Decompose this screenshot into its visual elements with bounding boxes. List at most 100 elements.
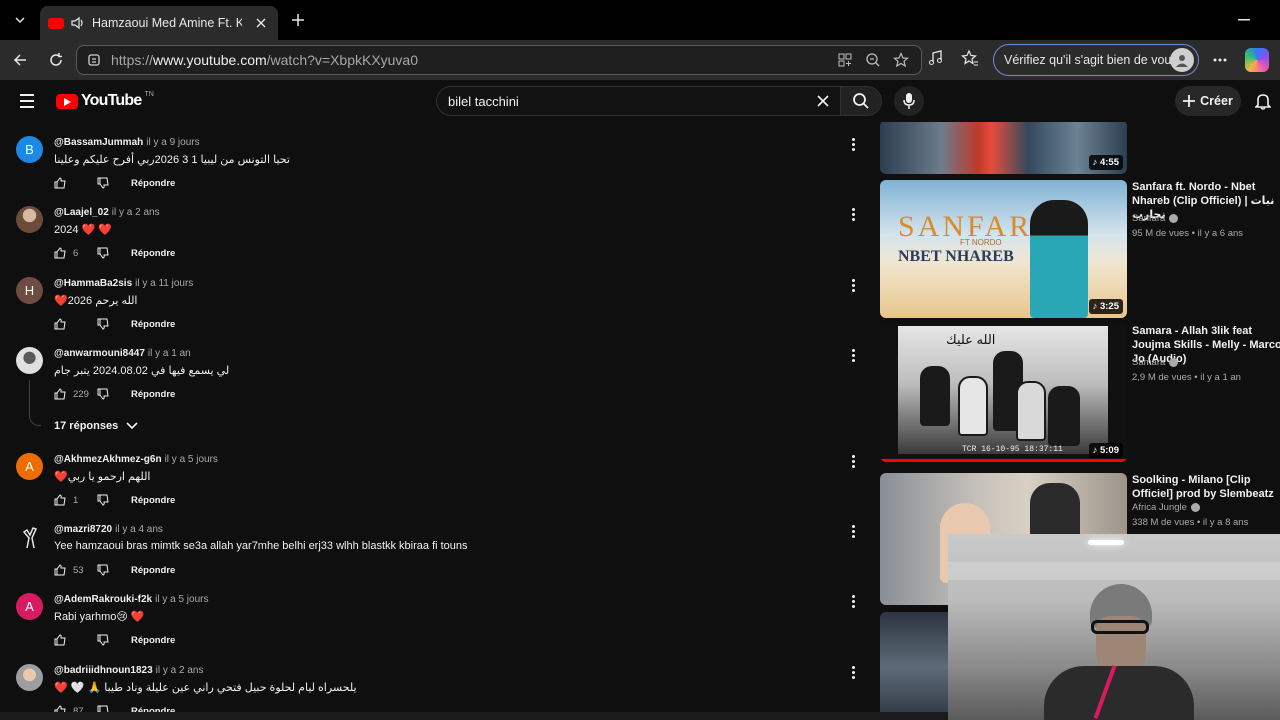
dislike-icon[interactable] — [97, 317, 111, 331]
media-control-icon[interactable] — [926, 48, 946, 68]
like-icon[interactable] — [54, 493, 68, 507]
comment-more-icon[interactable] — [846, 206, 860, 222]
like-icon[interactable] — [54, 176, 68, 190]
avatar[interactable]: H — [16, 277, 43, 304]
window-minimize-button[interactable] — [1234, 10, 1254, 30]
youtube-logo[interactable]: YouTube TN — [56, 91, 154, 110]
thumbnail-timestamp: TCR 16-10-95 18:37:11 — [962, 445, 1063, 454]
new-tab-button[interactable] — [286, 8, 310, 32]
search-clear-icon[interactable] — [814, 92, 832, 110]
comment-date[interactable]: il y a 11 jours — [135, 278, 193, 289]
reply-button[interactable]: Répondre — [131, 178, 175, 189]
comment-more-icon[interactable] — [846, 277, 860, 293]
video-thumbnail[interactable]: SANFARA FT NORDO NBET NHAREB ♪ 3:25 — [880, 180, 1127, 318]
channel-name[interactable]: Samara — [1132, 357, 1179, 368]
comment-author[interactable]: @AkhmezAkhmez-g6n — [54, 454, 162, 465]
comment-more-icon[interactable] — [846, 136, 860, 152]
menu-hamburger-icon[interactable] — [20, 90, 42, 112]
comment-date[interactable]: il y a 2 ans — [156, 665, 204, 676]
notifications-bell-icon[interactable] — [1252, 90, 1274, 112]
comment-more-icon[interactable] — [846, 453, 860, 469]
comment-date[interactable]: il y a 9 jours — [146, 137, 199, 148]
reply-button[interactable]: Répondre — [131, 565, 175, 576]
comment-author[interactable]: @anwarmouni8447 — [54, 348, 145, 359]
comment-author[interactable]: @Laajel_02 — [54, 207, 109, 218]
plus-icon — [1183, 95, 1196, 107]
comment-date[interactable]: il y a 4 ans — [115, 524, 163, 535]
comment-author[interactable]: @mazri8720 — [54, 524, 112, 535]
like-icon[interactable] — [54, 633, 68, 647]
like-icon[interactable] — [54, 246, 68, 260]
video-duration: ♪ 3:25 — [1088, 299, 1123, 314]
avatar[interactable] — [16, 523, 43, 550]
person-jacket — [1044, 666, 1194, 720]
like-icon[interactable] — [54, 563, 68, 577]
video-title[interactable]: Soolking - Milano [Clip Officiel] prod b… — [1132, 473, 1280, 501]
reply-button[interactable]: Répondre — [131, 389, 175, 400]
bottom-scroll-edge — [0, 712, 948, 720]
tab-close-icon[interactable] — [252, 14, 270, 32]
like-icon[interactable] — [54, 317, 68, 331]
comment-date[interactable]: il y a 1 an — [148, 348, 191, 359]
reply-button[interactable]: Répondre — [131, 495, 175, 506]
favorites-icon[interactable] — [960, 48, 980, 68]
favorite-star-icon[interactable] — [891, 50, 911, 70]
copilot-icon[interactable] — [1245, 48, 1269, 72]
show-replies-button[interactable]: 17 réponses — [54, 420, 138, 432]
comment-more-icon[interactable] — [846, 664, 860, 680]
search-box[interactable] — [436, 86, 840, 116]
back-button[interactable] — [8, 48, 32, 72]
dislike-icon[interactable] — [97, 493, 111, 507]
comment-author[interactable]: @badriiidhnoun1823 — [54, 665, 153, 676]
speaker-icon[interactable] — [70, 16, 86, 30]
avatar[interactable] — [16, 664, 43, 691]
ceiling-light — [1088, 540, 1124, 545]
avatar[interactable]: B — [16, 136, 43, 163]
dislike-icon[interactable] — [97, 246, 111, 260]
comment-date[interactable]: il y a 5 jours — [155, 594, 208, 605]
browser-tab-active[interactable]: Hamzaoui Med Amine Ft. KAF — [40, 6, 278, 40]
channel-name[interactable]: Africa Jungle — [1132, 502, 1200, 513]
comment-text: 2024 ❤️ ❤️ — [54, 224, 112, 236]
site-info-icon[interactable] — [87, 53, 101, 67]
reply-button[interactable]: Répondre — [131, 248, 175, 259]
comment-author[interactable]: @HammaBa2sis — [54, 278, 132, 289]
comment-date[interactable]: il y a 5 jours — [165, 454, 218, 465]
avatar[interactable]: A — [16, 453, 43, 480]
reply-button[interactable]: Répondre — [131, 319, 175, 330]
search-button[interactable] — [840, 86, 882, 116]
video-thumbnail[interactable]: ♪ 4:55 — [880, 122, 1127, 174]
zoom-out-icon[interactable] — [863, 50, 883, 70]
comment-author[interactable]: @AdemRakrouki-f2k — [54, 594, 152, 605]
like-icon[interactable] — [54, 387, 68, 401]
app-available-icon[interactable] — [835, 50, 855, 70]
voice-search-button[interactable] — [894, 86, 924, 116]
comment-author[interactable]: @BassamJummah — [54, 137, 143, 148]
comment-header: @AdemRakrouki-f2k il y a 5 jours — [54, 594, 208, 605]
dislike-icon[interactable] — [97, 563, 111, 577]
video-thumbnail[interactable]: الله عليك TCR 16-10-95 18:37:11 ♪ 5:09 — [880, 324, 1127, 462]
reply-button[interactable]: Répondre — [131, 635, 175, 646]
create-button[interactable]: Créer — [1175, 86, 1241, 116]
comment-more-icon[interactable] — [846, 593, 860, 609]
tab-list-button[interactable] — [6, 6, 34, 34]
search-input[interactable] — [448, 93, 808, 109]
avatar[interactable]: A — [16, 593, 43, 620]
verify-identity-button[interactable]: Vérifiez qu'il s'agit bien de vous — [993, 44, 1199, 76]
thumbnail-photo — [898, 326, 1108, 454]
comment-date[interactable]: il y a 2 ans — [112, 207, 160, 218]
watched-progress-bar — [880, 459, 1127, 462]
browser-menu-button[interactable] — [1208, 48, 1232, 72]
dislike-icon[interactable] — [97, 387, 111, 401]
comment-more-icon[interactable] — [846, 523, 860, 539]
dislike-icon[interactable] — [97, 176, 111, 190]
comment-more-icon[interactable] — [846, 347, 860, 363]
avatar[interactable] — [16, 206, 43, 233]
channel-name[interactable]: Sanfara — [1132, 213, 1179, 224]
dislike-icon[interactable] — [97, 633, 111, 647]
avatar[interactable] — [16, 347, 43, 374]
verified-icon — [1169, 358, 1179, 367]
address-bar[interactable]: https://www.youtube.com/watch?v=XbpkKXyu… — [76, 45, 922, 75]
reload-button[interactable] — [44, 48, 68, 72]
url-text: https://www.youtube.com/watch?v=XbpkKXyu… — [111, 52, 419, 68]
